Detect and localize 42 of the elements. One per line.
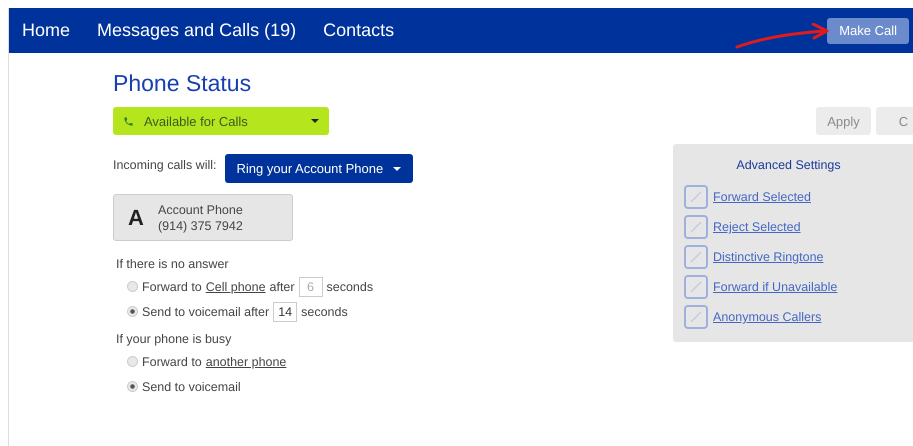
phone-icon (123, 116, 134, 126)
group-heading: If there is no answer (116, 257, 230, 271)
radio-button[interactable] (127, 356, 138, 367)
account-letter: A (127, 204, 145, 230)
option-label: Forward to (142, 354, 202, 368)
account-number: (914) 375 7942 (158, 218, 243, 234)
option-label: Send to voicemail (142, 380, 241, 394)
settings-link[interactable]: Reject Selected (713, 220, 801, 234)
setting-icon (684, 305, 708, 329)
option-label: seconds (326, 280, 374, 294)
option-label: Send to voicemail after (142, 304, 270, 318)
caret-icon (393, 166, 402, 170)
ring-dropdown[interactable]: Ring your Account Phone (224, 154, 414, 183)
settings-link[interactable]: Distinctive Ringtone (713, 250, 824, 264)
setting-icon (684, 245, 708, 269)
incoming-label: Incoming calls will: (113, 158, 217, 172)
nav-link[interactable]: Home (22, 20, 70, 41)
radio-button[interactable] (127, 281, 138, 292)
option-link[interactable]: Cell phone (206, 280, 266, 294)
page-title: Phone Status (113, 70, 252, 97)
seconds-field[interactable]: 14 (273, 302, 298, 322)
nav-link[interactable]: Contacts (323, 20, 394, 41)
setting-icon (684, 185, 708, 209)
make-call-button[interactable]: Make Call (827, 18, 909, 44)
panel-title: Advanced Settings (735, 158, 842, 172)
group-heading: If your phone is busy (116, 332, 232, 346)
option-link[interactable]: another phone (206, 354, 286, 368)
option-label: Forward to (142, 280, 202, 294)
settings-link[interactable]: Anonymous Callers (713, 310, 822, 324)
status-dropdown[interactable]: Available for Calls (113, 107, 329, 135)
setting-icon (684, 275, 708, 299)
settings-link[interactable]: Forward if Unavailable (713, 280, 838, 294)
option-label: seconds (301, 304, 348, 318)
settings-link[interactable]: Forward Selected (713, 190, 811, 204)
nav-link[interactable]: Messages and Calls (19) (97, 20, 296, 41)
caret-icon (311, 119, 319, 123)
account-name: Account Phone (158, 202, 243, 218)
option-label: after (270, 280, 295, 294)
radio-button[interactable] (127, 306, 138, 317)
account-phone-card[interactable]: A Account Phone (914) 375 7942 (113, 194, 293, 241)
setting-icon (684, 215, 708, 239)
radio-button[interactable] (127, 381, 138, 392)
